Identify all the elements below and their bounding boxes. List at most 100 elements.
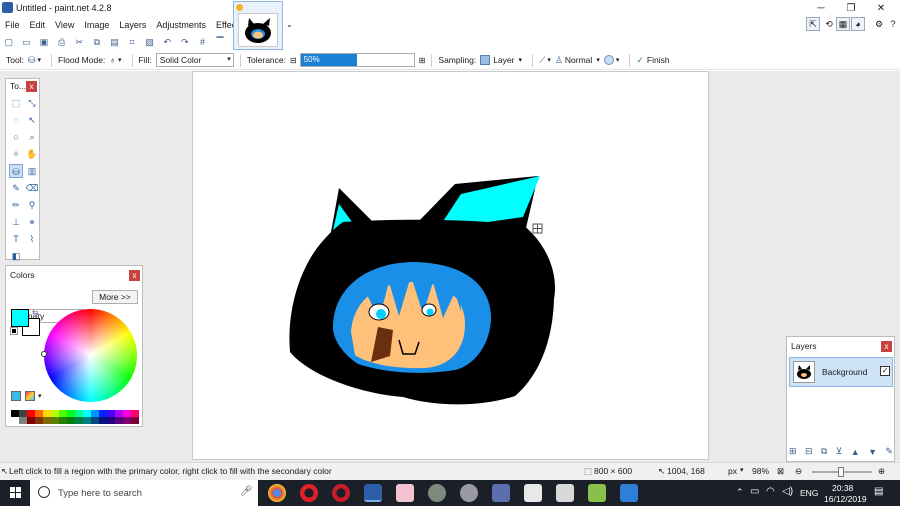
- print-icon[interactable]: ⎙: [56, 36, 68, 48]
- crop-icon[interactable]: ⌗: [126, 36, 138, 48]
- app-taskbar-icon-1[interactable]: [396, 484, 414, 502]
- chevron-down-icon[interactable]: ▾: [740, 466, 744, 474]
- flood-mode-icon[interactable]: ♁: [109, 55, 116, 65]
- chevron-down-icon[interactable]: ▾: [596, 56, 600, 64]
- ruler-icon[interactable]: ▔: [214, 36, 226, 48]
- layers-toggle-icon[interactable]: ▦: [836, 17, 850, 31]
- move-layer-down-icon[interactable]: ▼: [868, 447, 877, 457]
- zoom-slider-handle[interactable]: [838, 467, 844, 477]
- copy-icon[interactable]: ⧉: [91, 36, 103, 48]
- pencil-icon[interactable]: ✏: [9, 198, 23, 212]
- layer-sampling-icon[interactable]: [480, 55, 491, 65]
- chevron-down-icon[interactable]: ▾: [118, 56, 122, 64]
- menu-image[interactable]: Image: [79, 17, 114, 33]
- new-file-icon[interactable]: ▢: [3, 36, 15, 48]
- paint-bucket-icon[interactable]: ⛁: [9, 164, 23, 178]
- tolerance-increase-icon[interactable]: ⊞: [419, 56, 426, 65]
- zoom-in-icon[interactable]: ⊕: [878, 466, 885, 477]
- selection-mode-icon[interactable]: [603, 55, 614, 65]
- volume-icon[interactable]: ◁): [782, 486, 793, 497]
- windows-start-icon[interactable]: [10, 487, 22, 499]
- move-selected-icon[interactable]: ⤡: [25, 96, 39, 110]
- menu-layers[interactable]: Layers: [114, 17, 151, 33]
- app-taskbar-icon-8[interactable]: [620, 484, 638, 502]
- tolerance-decrease-icon[interactable]: ⊟: [290, 56, 297, 65]
- color-wheel-handle[interactable]: [41, 351, 47, 357]
- app-taskbar-icon-5[interactable]: [524, 484, 542, 502]
- app-taskbar-icon-7[interactable]: [588, 484, 606, 502]
- notifications-icon[interactable]: ▤: [874, 486, 883, 497]
- zoom-slider[interactable]: [812, 467, 872, 477]
- drawing-canvas[interactable]: [192, 71, 709, 460]
- tolerance-slider[interactable]: 50%: [299, 53, 415, 67]
- zoom-out-icon[interactable]: ⊖: [795, 466, 802, 477]
- chevron-down-icon[interactable]: ▾: [38, 392, 42, 400]
- layer-row-background[interactable]: Background ✓: [789, 357, 893, 387]
- app-taskbar-icon-2[interactable]: [428, 484, 446, 502]
- opera-gx-icon[interactable]: [332, 484, 350, 502]
- merge-layer-icon[interactable]: ⊻: [836, 446, 843, 457]
- paint-bucket-icon[interactable]: ⛁: [28, 55, 36, 66]
- open-folder-icon[interactable]: ▭: [21, 36, 33, 48]
- swap-colors-icon[interactable]: ⇆: [32, 308, 39, 317]
- zoom-icon[interactable]: ⌕: [25, 130, 39, 144]
- blend-mode-icon[interactable]: ♙: [555, 55, 563, 66]
- chevron-down-icon[interactable]: ▾: [518, 56, 522, 64]
- color-picker-icon[interactable]: ⚲: [25, 198, 39, 212]
- input-language[interactable]: ENG: [800, 488, 818, 498]
- palette-icon[interactable]: [11, 391, 21, 401]
- taskbar-search-box[interactable]: Type here to search 🎤︎: [30, 480, 258, 506]
- menu-view[interactable]: View: [50, 17, 79, 33]
- settings-gear-icon[interactable]: ⚙: [872, 17, 886, 31]
- zoom-level[interactable]: 98%: [752, 466, 769, 476]
- sampling-value[interactable]: Layer: [493, 55, 514, 65]
- chevron-down-icon[interactable]: ▾: [38, 56, 42, 64]
- network-icon[interactable]: ▭: [750, 486, 759, 497]
- duplicate-layer-icon[interactable]: ⧉: [821, 446, 827, 457]
- cut-icon[interactable]: ✂: [73, 36, 85, 48]
- move-layer-up-icon[interactable]: ▲: [851, 447, 860, 457]
- chrome-icon[interactable]: [268, 484, 286, 502]
- eraser-icon[interactable]: ⌫: [25, 181, 39, 195]
- color-palette[interactable]: [11, 410, 139, 424]
- microphone-icon[interactable]: 🎤︎: [240, 486, 253, 497]
- redo-icon[interactable]: ↷: [179, 36, 191, 48]
- app-taskbar-icon-6[interactable]: [556, 484, 574, 502]
- chevron-down-icon[interactable]: ▾: [616, 56, 620, 64]
- menu-adjustments[interactable]: Adjustments: [151, 17, 211, 33]
- clock-time[interactable]: 20:38: [832, 483, 853, 493]
- unit-select[interactable]: px: [728, 466, 737, 476]
- add-layer-icon[interactable]: ⊞: [789, 446, 797, 457]
- paintnet-taskbar-icon[interactable]: [364, 484, 382, 502]
- opera-icon[interactable]: [300, 484, 318, 502]
- maximize-button[interactable]: ❐: [836, 0, 866, 17]
- chevron-up-icon[interactable]: ⌃: [736, 487, 744, 498]
- minimize-button[interactable]: ─: [806, 0, 836, 17]
- blend-mode-value[interactable]: Normal: [565, 55, 592, 65]
- tools-panel-close-button[interactable]: x: [26, 81, 37, 92]
- finish-button[interactable]: Finish: [647, 55, 670, 65]
- fill-select[interactable]: Solid Color ▾: [155, 53, 234, 67]
- chevron-down-icon[interactable]: ⌄: [286, 20, 293, 29]
- layer-properties-icon[interactable]: ✎: [885, 446, 893, 457]
- delete-layer-icon[interactable]: ⊟: [805, 446, 813, 457]
- reset-colors-icon[interactable]: [10, 327, 18, 335]
- close-button[interactable]: ✕: [866, 0, 896, 17]
- save-icon[interactable]: ▣: [38, 36, 50, 48]
- color-wheel[interactable]: [41, 309, 137, 402]
- paste-icon[interactable]: ▤: [109, 36, 121, 48]
- wifi-icon[interactable]: ◠: [766, 486, 775, 497]
- text-icon[interactable]: T: [9, 232, 23, 246]
- line-curve-icon[interactable]: ⌇: [25, 232, 39, 246]
- grid-icon[interactable]: #: [197, 36, 209, 48]
- recolor-icon[interactable]: ⚭: [25, 215, 39, 229]
- layer-visibility-checkbox[interactable]: ✓: [880, 366, 890, 376]
- chevron-down-icon[interactable]: ▾: [547, 56, 551, 64]
- clone-stamp-icon[interactable]: ⊥: [9, 215, 23, 229]
- app-taskbar-icon-4[interactable]: [492, 484, 510, 502]
- app-taskbar-icon-3[interactable]: [460, 484, 478, 502]
- history-icon[interactable]: ⟲: [822, 17, 836, 31]
- layers-panel-close-button[interactable]: x: [881, 341, 892, 352]
- magic-wand-icon[interactable]: ✧: [9, 147, 23, 161]
- primary-color-swatch[interactable]: [11, 309, 29, 327]
